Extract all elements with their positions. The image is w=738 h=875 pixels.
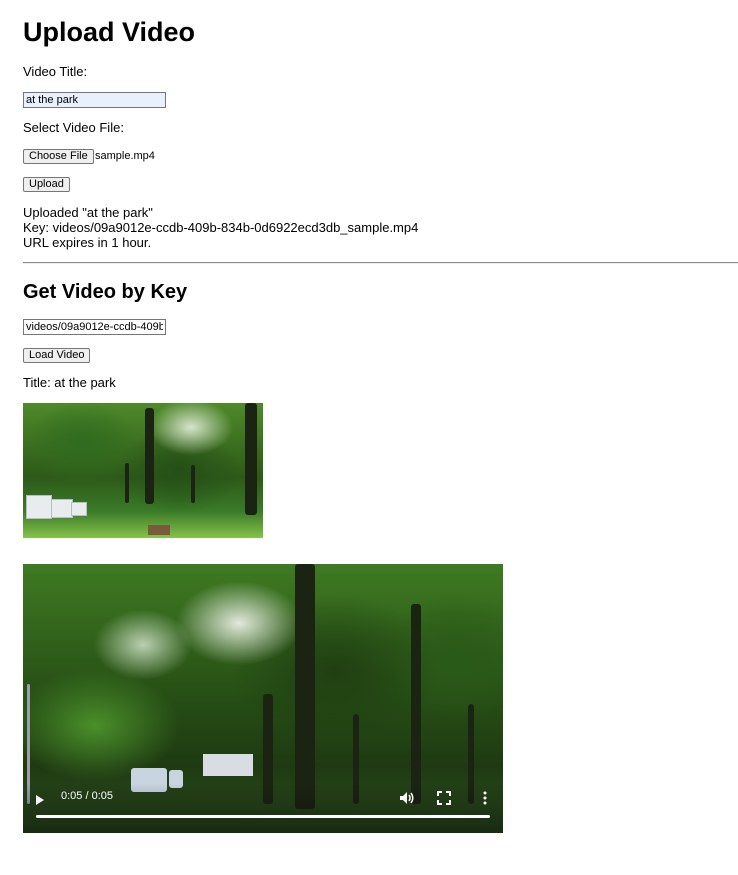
load-video-button[interactable]: Load Video bbox=[23, 348, 91, 363]
fullscreen-icon[interactable] bbox=[437, 791, 451, 805]
more-options-icon[interactable] bbox=[481, 791, 489, 805]
upload-button[interactable]: Upload bbox=[23, 177, 70, 192]
video-progress-fill bbox=[36, 815, 490, 818]
chosen-file-name: sample.mp4 bbox=[95, 150, 155, 162]
url-expiry-line: URL expires in 1 hour. bbox=[23, 235, 152, 250]
video-thumbnail bbox=[23, 403, 263, 538]
video-title-input[interactable] bbox=[23, 92, 166, 108]
video-progress-bar[interactable] bbox=[36, 815, 490, 818]
section-divider bbox=[23, 262, 738, 264]
choose-file-button[interactable]: Choose File bbox=[23, 149, 94, 164]
get-video-heading: Get Video by Key bbox=[23, 281, 188, 303]
video-key-input[interactable] bbox=[23, 319, 166, 335]
play-icon[interactable] bbox=[36, 795, 44, 805]
video-time-readout: 0:05 / 0:05 bbox=[61, 790, 113, 802]
volume-icon[interactable] bbox=[399, 791, 415, 805]
upload-key-line: Key: videos/09a9012e-ccdb-409b-834b-0d69… bbox=[23, 220, 419, 235]
video-controls: 0:05 / 0:05 bbox=[23, 783, 503, 833]
upload-heading: Upload Video bbox=[23, 17, 196, 47]
upload-status-line: Uploaded "at the park" bbox=[23, 205, 153, 220]
video-player[interactable]: 0:05 / 0:05 bbox=[23, 564, 503, 833]
upload-status: Uploaded "at the park" Key: videos/09a90… bbox=[23, 205, 418, 250]
loaded-video-title: Title: at the park bbox=[23, 375, 116, 390]
page: Upload Video Video Title: Select Video F… bbox=[0, 0, 738, 875]
video-file-label: Select Video File: bbox=[23, 120, 124, 135]
video-title-label: Video Title: bbox=[23, 64, 88, 79]
